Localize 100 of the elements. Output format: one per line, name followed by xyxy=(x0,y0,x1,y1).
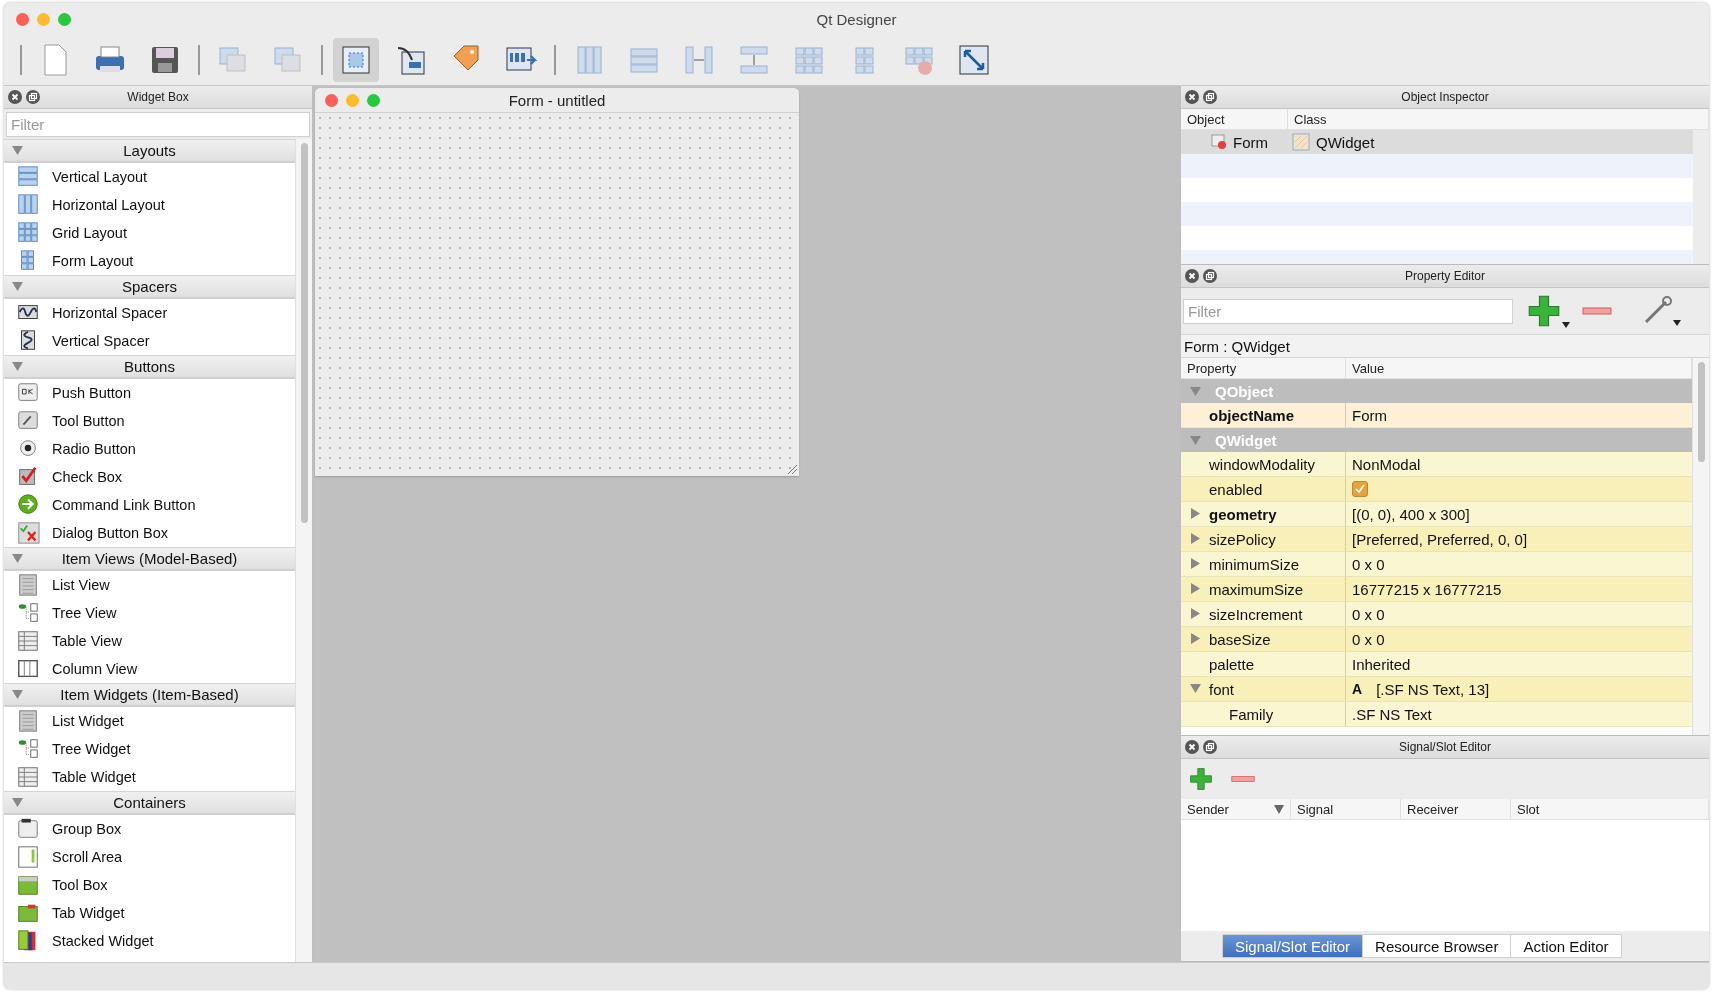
configure-button[interactable] xyxy=(1642,296,1681,326)
zoom-window-icon[interactable] xyxy=(58,13,71,26)
category-header[interactable]: Spacers xyxy=(4,275,295,299)
widget-item[interactable]: List Widget xyxy=(4,707,295,735)
widget-item[interactable]: Grid Layout xyxy=(4,219,295,247)
widget-item[interactable]: Vertical Spacer xyxy=(4,327,295,355)
tab[interactable]: Action Editor xyxy=(1510,934,1622,958)
widget-item[interactable]: Tool Button xyxy=(4,407,295,435)
expand-arrow-icon[interactable] xyxy=(12,689,23,700)
resize-grip-icon[interactable] xyxy=(786,463,798,475)
property-row[interactable]: maximumSize 16777215 x 16777215 xyxy=(1181,577,1692,602)
widget-item[interactable]: Tab Widget xyxy=(4,899,295,927)
expand-arrow-icon[interactable] xyxy=(1190,533,1201,544)
zoom-window-icon[interactable] xyxy=(367,94,380,107)
close-window-icon[interactable] xyxy=(16,13,29,26)
widget-item[interactable]: Vertical Layout xyxy=(4,163,295,191)
object-row[interactable]: Form QWidget xyxy=(1181,130,1693,154)
scrollbar-thumb[interactable] xyxy=(1697,362,1705,462)
remove-property-button[interactable] xyxy=(1580,306,1614,316)
close-icon[interactable] xyxy=(1185,90,1199,104)
category-header[interactable]: Layouts xyxy=(4,139,295,163)
widget-item[interactable]: Tree View xyxy=(4,599,295,627)
widget-item[interactable]: List View xyxy=(4,571,295,599)
filter-field[interactable]: Filter xyxy=(6,112,310,137)
close-icon[interactable] xyxy=(1185,269,1199,283)
column-header[interactable]: Slot xyxy=(1511,799,1709,819)
property-row[interactable]: palette Inherited xyxy=(1181,652,1692,677)
column-header[interactable]: Receiver xyxy=(1401,799,1511,819)
property-row[interactable]: font A [.SF NS Text, 13] xyxy=(1181,677,1692,702)
property-name: font xyxy=(1209,680,1235,698)
expand-arrow-icon[interactable] xyxy=(12,281,23,292)
widget-item[interactable]: Table Widget xyxy=(4,763,295,791)
expand-arrow-icon[interactable] xyxy=(1190,434,1201,446)
dropdown-arrow-icon[interactable] xyxy=(1562,322,1570,328)
property-value: Form xyxy=(1352,406,1387,424)
expand-arrow-icon[interactable] xyxy=(1190,583,1201,594)
widget-item[interactable]: Column View xyxy=(4,655,295,683)
tab[interactable]: Resource Browser xyxy=(1362,934,1512,958)
widget-item[interactable]: Check Box xyxy=(4,463,295,491)
expand-arrow-icon[interactable] xyxy=(1190,558,1201,569)
expand-arrow-icon[interactable] xyxy=(1190,608,1201,619)
property-row[interactable]: baseSize 0 x 0 xyxy=(1181,627,1692,652)
widget-label: Column View xyxy=(52,661,138,677)
toolbar-button[interactable] xyxy=(333,38,379,82)
category-header[interactable]: Buttons xyxy=(4,355,295,379)
widget-item[interactable]: Dialog Button Box xyxy=(4,519,295,547)
remove-connection-button[interactable] xyxy=(1231,774,1255,784)
float-icon[interactable] xyxy=(1203,269,1217,283)
filter-field[interactable]: Filter xyxy=(1183,298,1513,324)
expand-arrow-icon[interactable] xyxy=(1190,683,1201,694)
property-row[interactable]: enabled xyxy=(1181,477,1692,502)
expand-arrow-icon[interactable] xyxy=(1190,385,1201,397)
expand-arrow-icon[interactable] xyxy=(1190,633,1201,644)
dock-title: Object Inspector xyxy=(1400,90,1490,104)
column-header[interactable]: Property xyxy=(1181,358,1346,378)
property-row[interactable]: sizePolicy [Preferred, Preferred, 0, 0] xyxy=(1181,527,1692,552)
expand-arrow-icon[interactable] xyxy=(1190,508,1201,519)
widget-item[interactable]: Horizontal Layout xyxy=(4,191,295,219)
widget-item[interactable]: Push Button xyxy=(4,379,295,407)
float-icon[interactable] xyxy=(1203,740,1217,754)
column-header[interactable]: Signal xyxy=(1291,799,1401,819)
close-window-icon[interactable] xyxy=(325,94,338,107)
widget-item[interactable]: Scroll Area xyxy=(4,843,295,871)
widget-item[interactable]: Horizontal Spacer xyxy=(4,299,295,327)
widget-item[interactable]: Form Layout xyxy=(4,247,295,275)
add-property-button[interactable] xyxy=(1527,294,1570,328)
property-name: geometry xyxy=(1209,505,1277,523)
expand-arrow-icon[interactable] xyxy=(12,361,23,372)
expand-arrow-icon[interactable] xyxy=(12,553,23,564)
column-header[interactable]: Class xyxy=(1288,109,1709,129)
column-header[interactable]: Sender xyxy=(1181,799,1291,819)
property-row[interactable]: windowModality NonModal xyxy=(1181,452,1692,477)
widget-item[interactable]: Command Link Button xyxy=(4,491,295,519)
float-icon[interactable] xyxy=(1203,90,1217,104)
float-icon[interactable] xyxy=(26,90,40,104)
category-header[interactable]: Item Widgets (Item-Based) xyxy=(4,683,295,707)
checkbox[interactable] xyxy=(1352,481,1368,497)
property-row[interactable]: Family .SF NS Text xyxy=(1181,702,1692,727)
add-connection-button[interactable] xyxy=(1189,767,1213,791)
widget-item[interactable]: Radio Button xyxy=(4,435,295,463)
widget-item[interactable]: Group Box xyxy=(4,815,295,843)
expand-arrow-icon[interactable] xyxy=(12,145,23,156)
category-header[interactable]: Containers xyxy=(4,791,295,815)
scrollbar-thumb[interactable] xyxy=(300,143,308,523)
plus-icon[interactable] xyxy=(1527,294,1561,328)
tab[interactable]: Signal/Slot Editor xyxy=(1222,934,1364,958)
dropdown-arrow-icon[interactable] xyxy=(1673,320,1681,326)
property-row[interactable]: minimumSize 0 x 0 xyxy=(1181,552,1692,577)
property-row[interactable]: geometry [(0, 0), 400 x 300] xyxy=(1181,502,1692,527)
widget-item[interactable]: Table View xyxy=(4,627,295,655)
column-header[interactable]: Object xyxy=(1181,109,1288,129)
property-row[interactable]: objectName Form xyxy=(1181,403,1692,428)
category-header[interactable]: Item Views (Model-Based) xyxy=(4,547,295,571)
close-icon[interactable] xyxy=(8,90,22,104)
widget-item[interactable]: Stacked Widget xyxy=(4,927,295,955)
widget-item[interactable]: Tree Widget xyxy=(4,735,295,763)
expand-arrow-icon[interactable] xyxy=(12,797,23,808)
close-icon[interactable] xyxy=(1185,740,1199,754)
property-row[interactable]: sizeIncrement 0 x 0 xyxy=(1181,602,1692,627)
widget-item[interactable]: Tool Box xyxy=(4,871,295,899)
